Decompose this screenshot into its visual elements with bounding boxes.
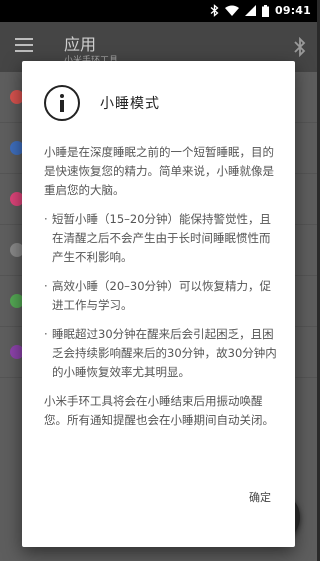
status-bar: 09:41: [0, 0, 317, 22]
status-icons: 09:41: [210, 4, 311, 17]
bullet-item: · 高效小睡（20–30分钟）可以恢复精力，促进工作与学习。: [44, 279, 272, 312]
dialog-intro: 小睡是在深度睡眠之前的一个短暂睡眠，目的是快速恢复您的精力。简单来说，小睡就像是…: [44, 145, 274, 197]
nap-mode-dialog: 小睡模式 小睡是在深度睡眠之前的一个短暂睡眠，目的是快速恢复您的精力。简单来说，…: [22, 61, 295, 547]
app-title: 应用: [64, 35, 97, 54]
bullet-item: · 短暂小睡（15–20分钟）能保持警觉性，且在清醒之后不会产生由于长时间睡眠惯性…: [44, 212, 272, 264]
bullet-text: 短暂小睡（15–20分钟）能保持警觉性，且在清醒之后不会产生由于长时间睡眠惯性而…: [52, 212, 272, 264]
bluetooth-icon: [210, 4, 219, 17]
battery-icon: [261, 4, 269, 17]
dialog-body: 小睡是在深度睡眠之前的一个短暂睡眠，目的是快速恢复您的精力。简单来说，小睡就像是…: [44, 143, 280, 440]
wifi-icon: [224, 5, 239, 16]
info-icon: [44, 85, 80, 121]
bullet-text: 高效小睡（20–30分钟）可以恢复精力，促进工作与学习。: [52, 279, 272, 312]
signal-icon: [244, 5, 256, 16]
dialog-title: 小睡模式: [100, 96, 160, 112]
bluetooth-icon[interactable]: [293, 36, 307, 61]
dialog-header: 小睡模式: [44, 85, 160, 121]
bullet-text: 睡眠超过30分钟在醒来后会引起困乏，且困乏会持续影响醒来后的30分钟，故30分钟…: [52, 327, 277, 379]
ok-button[interactable]: 确定: [245, 485, 275, 509]
bullet-item: · 睡眠超过30分钟在醒来后会引起困乏，且困乏会持续影响醒来后的30分钟，故30分…: [44, 327, 277, 379]
menu-icon[interactable]: [15, 38, 35, 54]
status-time: 09:41: [274, 4, 311, 17]
dialog-footer-text: 小米手环工具将会在小睡结束后用振动唤醒您。所有通知提醒也会在小睡期间自动关闭。: [44, 394, 274, 427]
